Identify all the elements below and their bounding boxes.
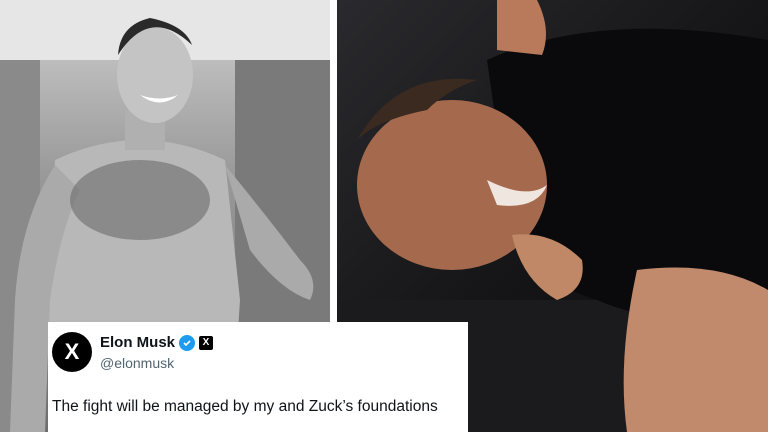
x-affiliate-badge-icon: X	[199, 335, 214, 350]
checkmark-icon	[183, 339, 191, 346]
tweet-text: The fight will be managed by my and Zuck…	[52, 398, 438, 415]
author-display-name[interactable]: Elon Musk	[100, 334, 175, 351]
avatar[interactable]: X	[52, 332, 92, 372]
author-handle[interactable]: @elonmusk	[100, 355, 174, 371]
x-logo-icon: X	[64, 339, 80, 364]
tweet-card: X Elon Musk X @elonmusk The fight will b…	[48, 322, 468, 432]
verified-badge-icon	[179, 334, 196, 351]
tweet-author-row: Elon Musk X	[100, 334, 214, 351]
